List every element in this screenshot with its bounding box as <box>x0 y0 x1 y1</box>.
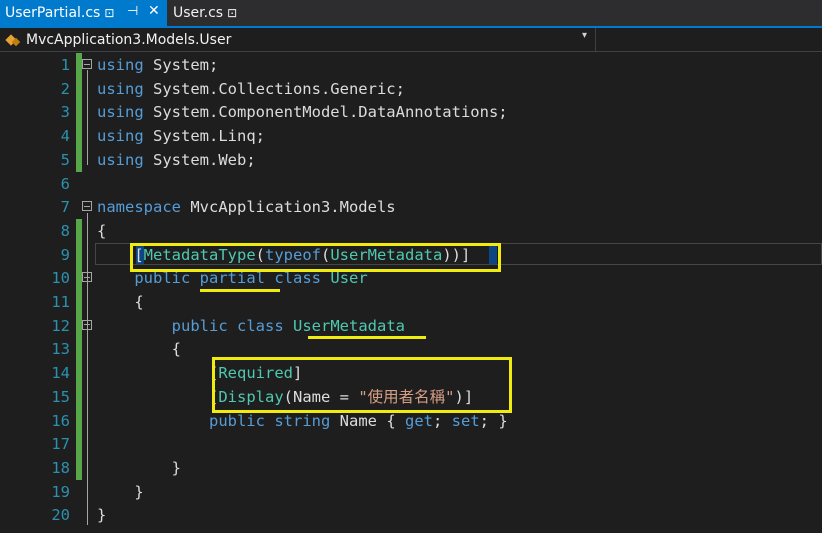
line-number: 14 <box>51 364 70 383</box>
code-line[interactable]: 5 using System.Web; <box>0 147 822 172</box>
close-icon[interactable]: ✕ <box>148 3 160 19</box>
change-indicator <box>76 147 82 172</box>
change-indicator <box>76 124 82 149</box>
underline-usermetadata <box>308 336 426 339</box>
chevron-down-icon: ▾ <box>581 30 587 41</box>
class-icon <box>6 33 22 47</box>
code-line[interactable]: 1 using System; <box>0 53 822 77</box>
line-number: 18 <box>51 458 70 477</box>
change-indicator <box>76 218 82 243</box>
line-number: 11 <box>51 293 70 311</box>
code-line[interactable]: 6 <box>0 172 822 196</box>
line-number: 20 <box>51 506 70 525</box>
pin-icon[interactable]: ⊣ <box>127 4 138 19</box>
code-text: { <box>97 293 144 311</box>
code-line[interactable]: 20} <box>0 503 822 527</box>
change-indicator <box>76 100 82 125</box>
code-line[interactable]: 7 namespace MvcApplication3.Models <box>0 195 822 219</box>
code-line[interactable]: 3 using System.ComponentModel.DataAnnotat… <box>0 100 822 125</box>
change-indicator <box>76 290 82 314</box>
code-text: } <box>97 458 181 477</box>
lock-icon: ⊡ <box>104 6 115 20</box>
line-number: 12 <box>51 316 70 335</box>
code-line[interactable]: 2 using System.Collections.Generic; <box>0 76 822 101</box>
line-number: 1 <box>60 56 70 74</box>
code-line[interactable]: 18 } <box>0 455 822 480</box>
code-text: { <box>97 221 107 240</box>
change-indicator <box>76 76 82 101</box>
change-indicator <box>76 408 82 433</box>
code-line[interactable]: 11 { <box>0 290 822 314</box>
change-indicator <box>76 337 82 362</box>
outline-guide-inner-class <box>87 332 88 478</box>
annotation-box-attributes <box>212 357 512 413</box>
type-dropdown-label: MvcApplication3.Models.User <box>26 31 232 48</box>
code-line[interactable]: 4 using System.Linq; <box>0 124 822 149</box>
line-number: 6 <box>60 174 70 193</box>
code-text: using System.Web; <box>97 150 256 169</box>
change-indicator <box>76 432 82 457</box>
navigation-bar: MvcApplication3.Models.User ▾ <box>0 28 822 52</box>
type-dropdown[interactable]: MvcApplication3.Models.User ▾ <box>0 28 596 51</box>
code-line[interactable]: 17 <box>0 432 822 457</box>
line-number: 16 <box>51 411 70 430</box>
tab-label: UserPartial.cs <box>5 5 101 21</box>
code-text: using System.Linq; <box>97 127 265 146</box>
line-number: 17 <box>51 435 70 454</box>
code-line[interactable]: 8{ <box>0 218 822 243</box>
tab-user[interactable]: User.cs ⊡ <box>168 0 248 26</box>
code-text: using System.Collections.Generic; <box>97 79 405 98</box>
code-line[interactable]: 19 } <box>0 480 822 504</box>
change-indicator <box>76 384 82 409</box>
code-text: } <box>97 482 144 501</box>
change-indicator <box>76 242 82 267</box>
line-number: 8 <box>60 221 70 240</box>
line-number: 3 <box>60 103 70 122</box>
line-number: 10 <box>51 269 70 288</box>
tab-userpartial[interactable]: UserPartial.cs ⊡ ⊣ ✕ <box>0 0 167 26</box>
line-number: 4 <box>60 127 70 146</box>
line-number: 19 <box>51 482 70 501</box>
outline-guide-usings <box>87 70 88 165</box>
code-text: using System.ComponentModel.DataAnnotati… <box>97 103 508 122</box>
code-text: using System; <box>97 56 219 74</box>
code-line[interactable]: 12 public class UserMetadata <box>0 313 822 338</box>
document-tab-bar: UserPartial.cs ⊡ ⊣ ✕ User.cs ⊡ <box>0 0 822 28</box>
tab-label: User.cs <box>173 5 224 21</box>
code-editor[interactable]: 1 using System; 2 using System.Collections.… <box>0 53 822 533</box>
line-number: 9 <box>60 245 70 264</box>
collapse-icon[interactable] <box>82 201 92 212</box>
collapse-icon[interactable] <box>82 59 92 69</box>
change-indicator <box>76 361 82 386</box>
code-text: { <box>97 340 181 359</box>
code-text: } <box>97 506 107 525</box>
lock-icon: ⊡ <box>227 6 238 20</box>
line-number: 5 <box>60 150 70 169</box>
line-number: 13 <box>51 340 70 359</box>
annotation-box-metadatatype <box>130 243 501 272</box>
line-number: 15 <box>51 387 70 406</box>
change-indicator <box>76 455 82 480</box>
line-number: 2 <box>60 79 70 98</box>
line-number: 7 <box>60 198 70 217</box>
code-text: public class UserMetadata <box>171 316 405 335</box>
underline-partial <box>200 289 280 292</box>
code-text: namespace MvcApplication3.Models <box>97 198 396 217</box>
